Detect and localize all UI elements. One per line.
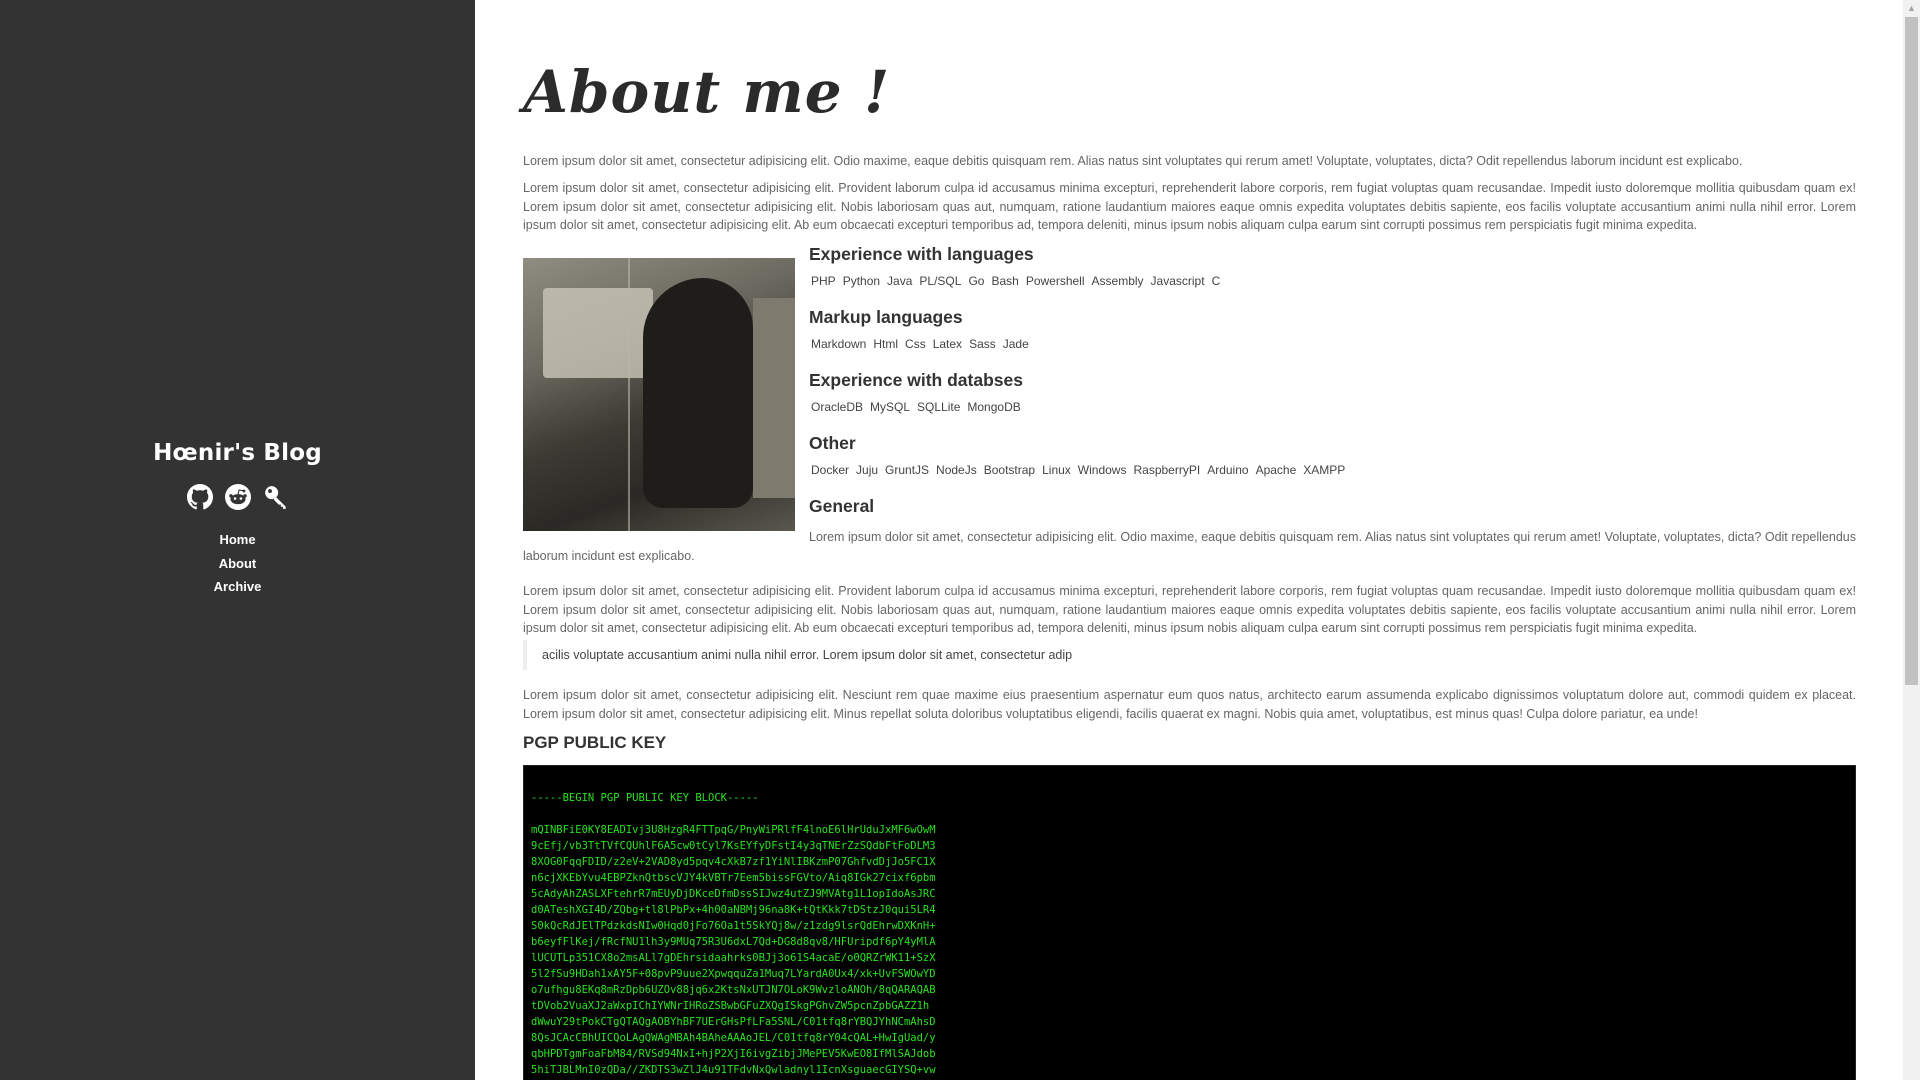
scrollbar[interactable]: ▲: [1903, 0, 1920, 1080]
tag: Bash: [991, 274, 1019, 288]
tag: Latex: [932, 337, 963, 351]
intro-paragraph-2: Lorem ipsum dolor sit amet, consectetur …: [523, 181, 1856, 233]
tag: Javascript: [1150, 274, 1205, 288]
section-title-databases: Experience with databses: [809, 370, 1023, 390]
reddit-link[interactable]: [224, 484, 251, 510]
tag: Css: [905, 337, 926, 351]
section-title-languages: Experience with languages: [809, 244, 1034, 264]
tag: SQLLite: [917, 400, 961, 414]
tag: C: [1211, 274, 1221, 288]
reddit-icon: [224, 484, 251, 510]
tag: Html: [873, 337, 899, 351]
general-paragraph-2: Lorem ipsum dolor sit amet, consectetur …: [523, 584, 1856, 636]
tag: Apache: [1255, 463, 1297, 477]
tag: Linux: [1042, 463, 1071, 477]
tag: NodeJs: [936, 463, 977, 477]
github-icon: [186, 484, 213, 510]
general-paragraph-1: Lorem ipsum dolor sit amet, consectetur …: [523, 530, 1856, 563]
tag: Python: [842, 274, 881, 288]
tag: Windows: [1077, 463, 1127, 477]
sidebar: Hœnir's Blog Home About Archive: [0, 0, 475, 1080]
nav-archive[interactable]: Archive: [0, 575, 475, 599]
github-link[interactable]: [186, 484, 213, 510]
tag: OracleDB: [811, 400, 864, 414]
scroll-thumb[interactable]: [1905, 17, 1918, 685]
tag: Juju: [856, 463, 879, 477]
tag: Go: [968, 274, 985, 288]
blog-title[interactable]: Hœnir's Blog: [0, 440, 475, 466]
intro-paragraph-1: Lorem ipsum dolor sit amet, consectetur …: [523, 154, 1743, 168]
section-title-general: General: [809, 496, 875, 516]
tag: Assembly: [1091, 274, 1144, 288]
pgp-key-block[interactable]: -----BEGIN PGP PUBLIC KEY BLOCK----- mQI…: [523, 765, 1856, 1080]
skills-section: Experience with languages PHP Python Java P…: [809, 243, 1856, 523]
page-title: About me !: [523, 58, 891, 126]
closing-paragraph: Lorem ipsum dolor sit amet, consectetur …: [523, 688, 1856, 721]
blockquote: acilis voluptate accusantium animi nulla…: [523, 640, 1856, 670]
tags-markup: Markdown Html Css Latex Sass Jade: [811, 334, 1856, 356]
tag: XAMPP: [1303, 463, 1346, 477]
tag: Markdown: [811, 337, 867, 351]
tag: PHP: [811, 274, 836, 288]
tags-languages: PHP Python Java PL/SQL Go Bash Powershell Assem…: [811, 271, 1856, 293]
main-content: About me ! Lorem ipsum dolor sit amet, c…: [475, 0, 1903, 1080]
sidebar-header: Hœnir's Blog Home About Archive: [0, 440, 475, 599]
pgp-title: PGP PUBLIC KEY: [523, 733, 667, 752]
tag: Arduino: [1207, 463, 1249, 477]
tag: Docker: [811, 463, 850, 477]
key-link[interactable]: [263, 484, 289, 510]
tags-other: Docker Juju GruntJS NodeJs Bootstrap Linux Win…: [811, 460, 1856, 482]
tag: MySQL: [870, 400, 911, 414]
tag: PL/SQL: [919, 274, 962, 288]
tag: MongoDB: [967, 400, 1021, 414]
tag: Sass: [969, 337, 996, 351]
tag: Bootstrap: [983, 463, 1036, 477]
nav-about[interactable]: About: [0, 552, 475, 576]
nav-menu: Home About Archive: [0, 528, 475, 599]
section-title-other: Other: [809, 433, 856, 453]
tag: GruntJS: [885, 463, 930, 477]
scroll-up-arrow-icon[interactable]: ▲: [1903, 0, 1920, 17]
tag: Jade: [1002, 337, 1029, 351]
nav-home[interactable]: Home: [0, 528, 475, 552]
profile-photo: [523, 258, 795, 531]
section-title-markup: Markup languages: [809, 307, 963, 327]
tag: Java: [887, 274, 913, 288]
tag: Powershell: [1025, 274, 1085, 288]
social-links: [0, 484, 475, 510]
tags-databases: OracleDB MySQL SQLLite MongoDB: [811, 397, 1856, 419]
key-icon: [264, 486, 286, 509]
tag: RaspberryPI: [1133, 463, 1201, 477]
